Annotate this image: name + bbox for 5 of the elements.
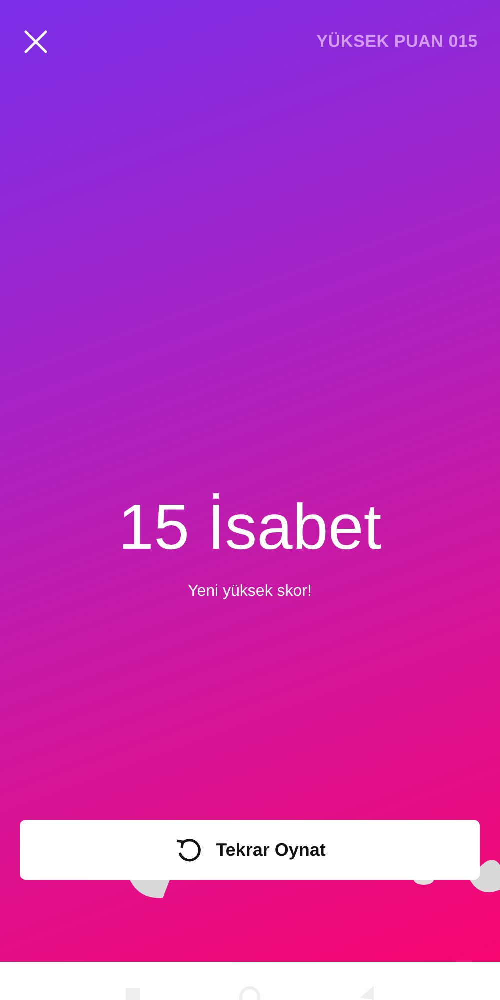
high-score-label: YÜKSEK PUAN 015	[316, 32, 478, 52]
close-icon[interactable]	[22, 28, 50, 56]
replay-button[interactable]: Tekrar Oynat	[20, 820, 480, 880]
result-message: Yeni yüksek skor!	[188, 583, 312, 601]
score-title: 15 İsabet	[118, 495, 382, 559]
